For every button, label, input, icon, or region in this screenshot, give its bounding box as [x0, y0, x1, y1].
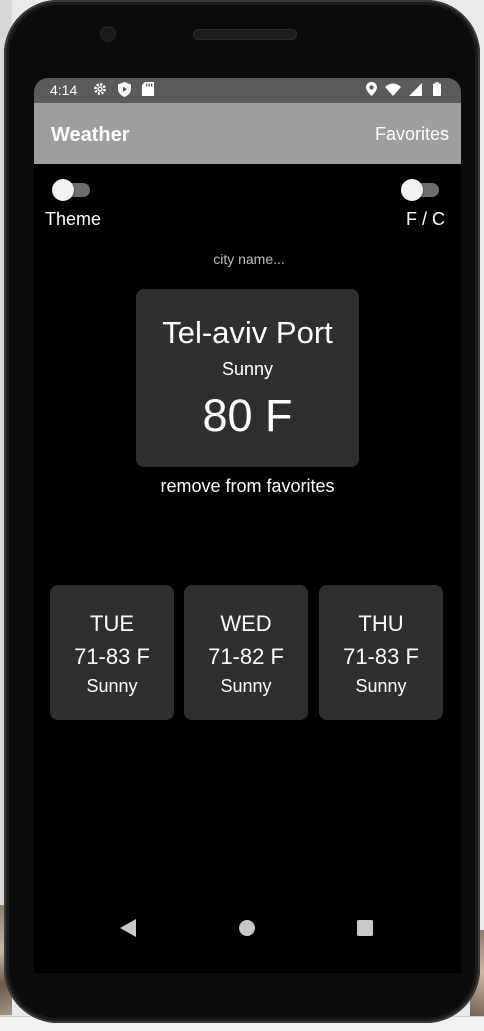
- city-search-input[interactable]: [147, 248, 351, 270]
- battery-icon: [429, 81, 445, 97]
- home-icon[interactable]: [227, 908, 267, 948]
- theme-label: Theme: [45, 209, 102, 229]
- current-temperature: 80 F: [202, 390, 293, 441]
- app-screen: 4:14 Weather Favorites Theme F / C city …: [34, 78, 461, 973]
- earpiece-speaker: [193, 29, 297, 40]
- theme-toggle-knob: [52, 179, 74, 201]
- forecast-day: TUE: [90, 611, 134, 636]
- forecast-range: 71-83 F: [74, 644, 150, 669]
- status-bar: 4:14: [34, 78, 461, 103]
- front-camera: [100, 26, 116, 42]
- unit-label: F / C: [406, 209, 445, 229]
- forecast-condition: Sunny: [220, 676, 272, 696]
- forecast-day: THU: [358, 611, 404, 636]
- unit-toggle[interactable]: [401, 179, 439, 201]
- current-weather-card: Tel-aviv Port Sunny 80 F: [136, 289, 359, 467]
- phone-frame: 4:14 Weather Favorites Theme F / C city …: [4, 0, 480, 1023]
- status-time: 4:14: [50, 82, 78, 98]
- recents-icon[interactable]: [345, 908, 385, 948]
- theme-toggle[interactable]: [52, 179, 90, 201]
- forecast-card: TUE 71-83 F Sunny: [50, 585, 174, 720]
- forecast-day: WED: [220, 611, 272, 636]
- forecast-range: 71-83 F: [343, 644, 419, 669]
- forecast-range: 71-82 F: [208, 644, 284, 669]
- system-nav-bar: [34, 908, 461, 948]
- forecast-condition: Sunny: [355, 676, 407, 696]
- sd-card-icon: [140, 81, 156, 97]
- forecast-condition: Sunny: [86, 676, 138, 696]
- app-title: Weather: [51, 124, 130, 146]
- unit-toggle-knob: [401, 179, 423, 201]
- back-icon[interactable]: [108, 908, 148, 948]
- signal-icon: [407, 81, 423, 97]
- app-bar: Weather Favorites: [34, 103, 461, 164]
- forecast-card: WED 71-82 F Sunny: [184, 585, 308, 720]
- forecast-card: THU 71-83 F Sunny: [319, 585, 443, 720]
- wifi-icon: [385, 81, 401, 97]
- gear-icon: [92, 81, 108, 97]
- favorites-link[interactable]: Favorites: [375, 124, 449, 145]
- remove-from-favorites-button[interactable]: remove from favorites: [34, 476, 461, 497]
- city-name: Tel-aviv Port: [162, 315, 333, 350]
- current-condition: Sunny: [221, 359, 274, 379]
- play-protect-icon: [116, 81, 132, 97]
- location-icon: [363, 81, 379, 97]
